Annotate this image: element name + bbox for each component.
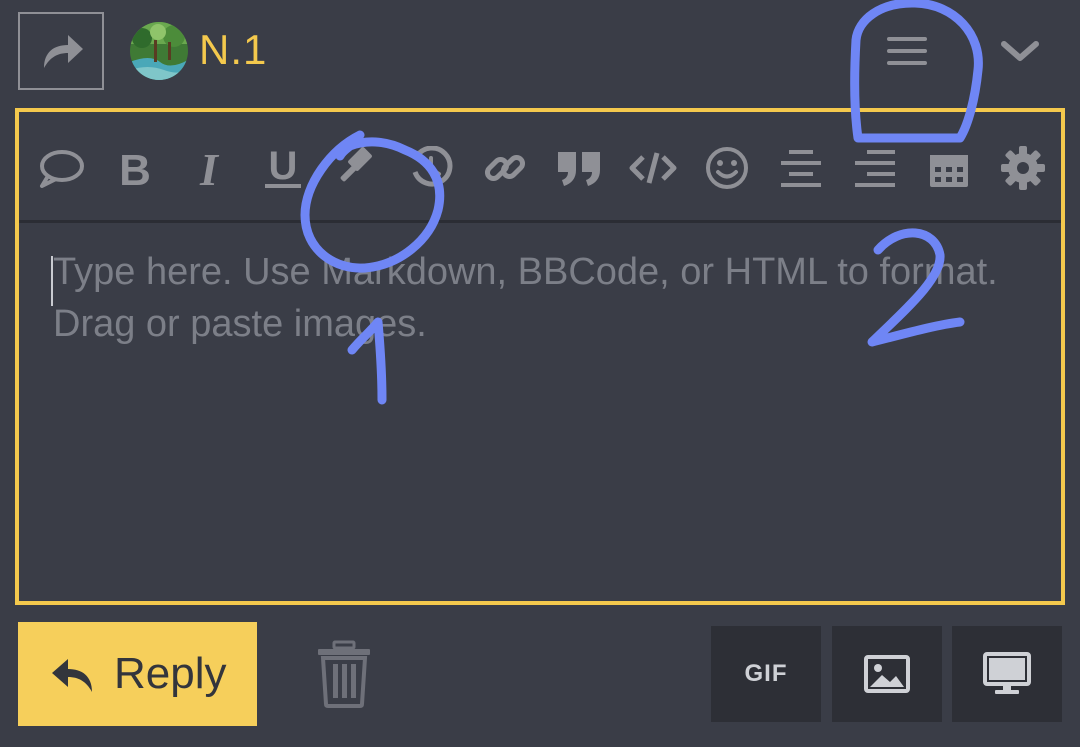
quote-icon	[558, 152, 600, 186]
history-icon	[411, 146, 453, 187]
image-icon	[864, 655, 910, 693]
italic-icon: I	[199, 147, 220, 189]
code-icon	[629, 152, 677, 184]
align-center-icon	[781, 150, 821, 187]
quote-button[interactable]	[553, 142, 605, 194]
avatar[interactable]	[130, 22, 188, 80]
svg-text:U: U	[269, 145, 298, 188]
editor: B I U Type here. Use Markdown, BBCode, o…	[15, 108, 1065, 605]
reply-arrow-icon	[52, 659, 92, 692]
gif-label: GIF	[744, 660, 788, 687]
trash-icon	[318, 640, 370, 708]
chevron-down-icon	[1001, 41, 1039, 61]
bold-icon: B	[119, 147, 151, 189]
message-textarea[interactable]: Type here. Use Markdown, BBCode, or HTML…	[51, 246, 1041, 586]
image-button[interactable]	[832, 626, 942, 722]
menu-button[interactable]	[880, 28, 934, 74]
underline-button[interactable]: U	[257, 142, 309, 194]
composer-window: N.1 B I U Type here. Use Markdown, BBCod…	[0, 0, 1080, 747]
link-icon	[484, 154, 526, 182]
italic-button[interactable]: I	[183, 142, 235, 194]
table-button[interactable]	[923, 142, 975, 194]
link-button[interactable]	[479, 142, 531, 194]
formatting-toolbar: B I U	[19, 112, 1061, 223]
gear-icon	[1001, 146, 1045, 190]
align-center-button[interactable]	[775, 142, 827, 194]
placeholder-text: Type here. Use Markdown, BBCode, or HTML…	[53, 251, 998, 345]
align-right-button[interactable]	[849, 142, 901, 194]
hamburger-icon	[887, 37, 927, 65]
discard-button[interactable]	[312, 636, 376, 712]
monitor-icon	[983, 652, 1031, 694]
collapse-button[interactable]	[994, 28, 1046, 74]
gavel-icon	[340, 147, 372, 182]
history-button[interactable]	[405, 142, 457, 194]
gif-button[interactable]: GIF	[711, 626, 821, 722]
underline-icon: U	[265, 145, 301, 188]
svg-text:I: I	[199, 147, 220, 189]
username[interactable]: N.1	[199, 24, 267, 76]
align-right-icon	[855, 150, 895, 187]
preview-button[interactable]	[952, 626, 1062, 722]
gavel-button[interactable]	[331, 142, 383, 194]
smiley-icon	[706, 147, 748, 189]
speech-bubble-button[interactable]	[35, 142, 87, 194]
reply-label: Reply	[114, 649, 227, 698]
avatar-image	[130, 22, 188, 80]
share-arrow-icon	[44, 35, 83, 68]
calendar-icon	[930, 155, 968, 187]
reply-to-button[interactable]	[18, 12, 104, 90]
bold-button[interactable]: B	[109, 142, 161, 194]
settings-button[interactable]	[997, 142, 1049, 194]
svg-text:B: B	[119, 147, 151, 189]
emoji-button[interactable]	[701, 142, 753, 194]
code-button[interactable]	[627, 142, 679, 194]
reply-button[interactable]: Reply	[18, 622, 257, 726]
speech-bubble-icon	[40, 150, 84, 188]
